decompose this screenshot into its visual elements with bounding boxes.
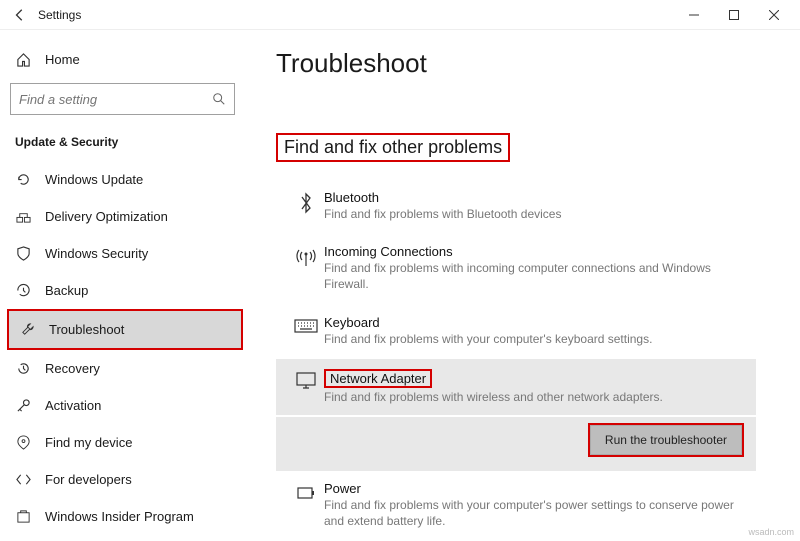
item-title: Power bbox=[324, 481, 744, 496]
item-desc: Find and fix problems with your computer… bbox=[324, 331, 744, 347]
titlebar: Settings bbox=[0, 0, 800, 30]
section-heading: Find and fix other problems bbox=[276, 133, 510, 162]
troubleshoot-item-keyboard[interactable]: Keyboard Find and fix problems with your… bbox=[276, 305, 756, 357]
home-icon bbox=[15, 52, 31, 67]
sidebar-item-label: Troubleshoot bbox=[49, 322, 124, 337]
run-troubleshooter-button[interactable]: Run the troubleshooter bbox=[590, 425, 742, 455]
search-input[interactable] bbox=[10, 83, 235, 115]
maximize-button[interactable] bbox=[714, 0, 754, 30]
item-title: Network Adapter bbox=[324, 369, 432, 388]
monitor-icon bbox=[288, 369, 324, 405]
sidebar-item-label: Activation bbox=[45, 398, 101, 413]
sidebar-item-label: Windows Insider Program bbox=[45, 509, 194, 524]
backup-icon bbox=[15, 283, 31, 298]
sidebar-item-label: Find my device bbox=[45, 435, 132, 450]
sidebar-item-delivery-optimization[interactable]: Delivery Optimization bbox=[5, 198, 245, 235]
minimize-icon bbox=[689, 10, 699, 20]
antenna-icon bbox=[288, 244, 324, 292]
bluetooth-icon bbox=[288, 190, 324, 222]
shield-icon bbox=[15, 246, 31, 261]
search-field[interactable] bbox=[19, 92, 212, 107]
sidebar-item-label: For developers bbox=[45, 472, 132, 487]
item-desc: Find and fix problems with your computer… bbox=[324, 497, 744, 529]
sidebar: Home Update & Security Windows Update bbox=[0, 30, 250, 541]
item-title: Incoming Connections bbox=[324, 244, 744, 259]
item-desc: Find and fix problems with Bluetooth dev… bbox=[324, 206, 744, 222]
location-icon bbox=[15, 435, 31, 450]
item-desc: Find and fix problems with incoming comp… bbox=[324, 260, 744, 292]
sidebar-item-recovery[interactable]: Recovery bbox=[5, 350, 245, 387]
key-icon bbox=[15, 398, 31, 413]
recovery-icon bbox=[15, 361, 31, 376]
troubleshoot-item-bluetooth[interactable]: Bluetooth Find and fix problems with Blu… bbox=[276, 180, 756, 232]
maximize-icon bbox=[729, 10, 739, 20]
sidebar-item-label: Recovery bbox=[45, 361, 100, 376]
item-title: Bluetooth bbox=[324, 190, 744, 205]
main-content: Troubleshoot Find and fix other problems… bbox=[250, 30, 800, 541]
sidebar-item-windows-insider[interactable]: Windows Insider Program bbox=[5, 498, 245, 535]
insider-icon bbox=[15, 509, 31, 524]
sidebar-item-activation[interactable]: Activation bbox=[5, 387, 245, 424]
troubleshoot-item-network-adapter[interactable]: Network Adapter Find and fix problems wi… bbox=[276, 359, 756, 415]
sidebar-item-windows-update[interactable]: Windows Update bbox=[5, 161, 245, 198]
arrow-left-icon bbox=[13, 8, 27, 22]
sidebar-item-label: Delivery Optimization bbox=[45, 209, 168, 224]
close-button[interactable] bbox=[754, 0, 794, 30]
run-row: Run the troubleshooter bbox=[276, 417, 756, 471]
sidebar-item-label: Windows Security bbox=[45, 246, 148, 261]
window-title: Settings bbox=[38, 8, 81, 22]
back-button[interactable] bbox=[6, 1, 34, 29]
item-desc: Find and fix problems with wireless and … bbox=[324, 389, 744, 405]
sidebar-item-find-my-device[interactable]: Find my device bbox=[5, 424, 245, 461]
troubleshoot-item-power[interactable]: Power Find and fix problems with your co… bbox=[276, 471, 756, 539]
keyboard-icon bbox=[288, 315, 324, 347]
section-label: Update & Security bbox=[5, 131, 245, 161]
sidebar-item-label: Windows Update bbox=[45, 172, 143, 187]
sync-icon bbox=[15, 172, 31, 187]
item-title: Keyboard bbox=[324, 315, 744, 330]
sidebar-item-windows-security[interactable]: Windows Security bbox=[5, 235, 245, 272]
search-icon bbox=[212, 92, 226, 106]
minimize-button[interactable] bbox=[674, 0, 714, 30]
troubleshoot-item-incoming-connections[interactable]: Incoming Connections Find and fix proble… bbox=[276, 234, 756, 302]
sidebar-item-for-developers[interactable]: For developers bbox=[5, 461, 245, 498]
power-icon bbox=[288, 481, 324, 529]
watermark: wsadn.com bbox=[748, 527, 794, 537]
close-icon bbox=[769, 10, 779, 20]
home-label: Home bbox=[45, 52, 80, 67]
code-icon bbox=[15, 472, 31, 487]
page-title: Troubleshoot bbox=[276, 48, 790, 79]
wrench-icon bbox=[19, 322, 35, 337]
sidebar-item-backup[interactable]: Backup bbox=[5, 272, 245, 309]
delivery-icon bbox=[15, 209, 31, 224]
sidebar-item-label: Backup bbox=[45, 283, 88, 298]
home-button[interactable]: Home bbox=[5, 44, 245, 75]
sidebar-item-troubleshoot[interactable]: Troubleshoot bbox=[9, 311, 241, 348]
faded-text bbox=[276, 85, 790, 99]
window-controls bbox=[674, 0, 794, 30]
